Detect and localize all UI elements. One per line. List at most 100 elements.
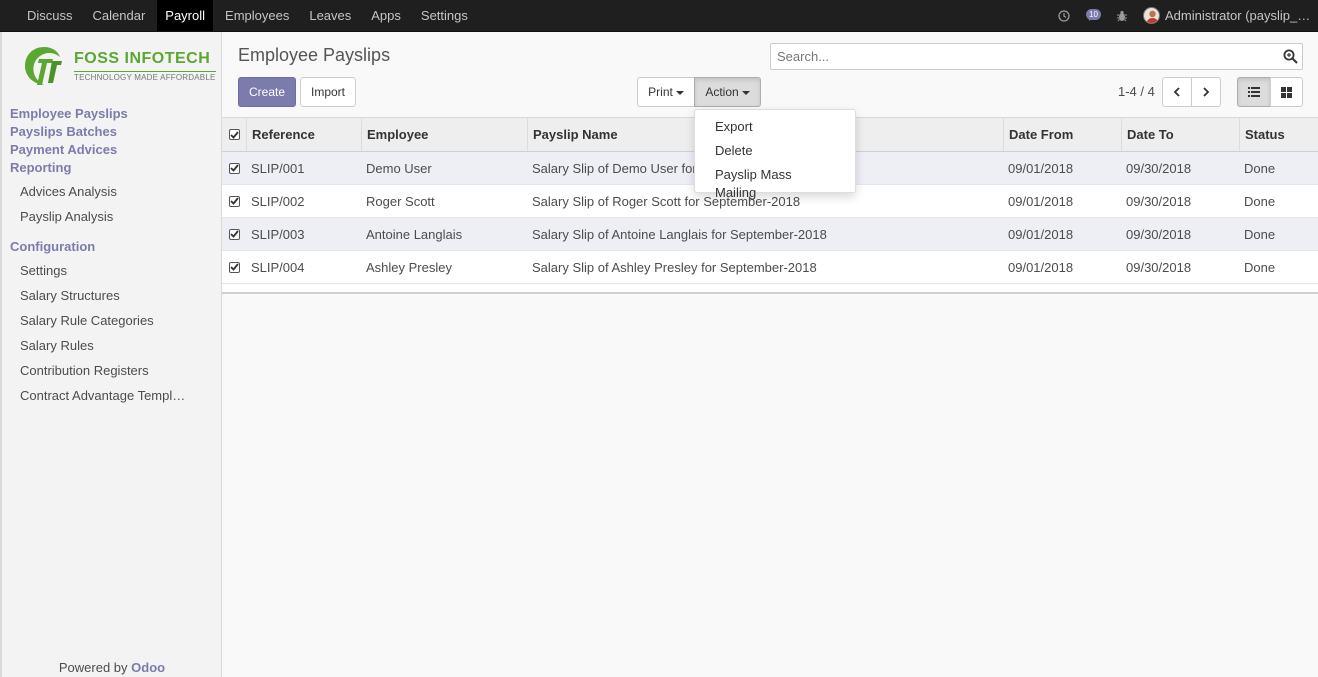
menu-contract-advantage-templates[interactable]: Contract Advantage Templates — [20, 388, 190, 403]
chevron-left-icon — [1173, 87, 1180, 97]
logo-name: FOSS INFOTECH — [74, 50, 211, 67]
cell-status: Done — [1244, 193, 1276, 209]
cell-payslip-name: Salary Slip of Antoine Langlais for Sept… — [532, 226, 827, 242]
powered-by: Powered by Odoo — [2, 660, 222, 675]
cell-reference: SLIP/004 — [251, 259, 305, 275]
menu-payment-advices[interactable]: Payment Advices — [10, 142, 117, 157]
cell-employee: Roger Scott — [366, 193, 435, 209]
row-checkbox[interactable] — [222, 185, 246, 217]
search-bar — [770, 43, 1303, 70]
check-icon — [229, 130, 239, 139]
logo-tagline: TECHNOLOGY MADE AFFORDABLE — [74, 71, 216, 82]
kanban-view-icon — [1281, 86, 1292, 98]
select-all-checkbox[interactable] — [222, 118, 246, 151]
table-row[interactable]: SLIP/003 Antoine Langlais Salary Slip of… — [222, 218, 1318, 251]
nav-discuss[interactable]: Discuss — [17, 0, 83, 31]
user-name: Administrator (payslip_mass_mailing) — [1165, 8, 1315, 23]
column-header-reference[interactable]: Reference — [246, 118, 362, 151]
debug-bug-icon[interactable] — [1111, 0, 1133, 31]
cell-employee: Antoine Langlais — [366, 226, 463, 242]
menu-payslip-analysis[interactable]: Payslip Analysis — [20, 209, 200, 224]
column-header-date-to[interactable]: Date To — [1121, 118, 1239, 151]
column-header-employee[interactable]: Employee — [361, 118, 527, 151]
cell-date-from: 09/01/2018 — [1008, 160, 1074, 176]
list-view-icon — [1248, 87, 1260, 97]
create-button[interactable]: Create — [238, 77, 296, 107]
search-icon[interactable] — [1283, 49, 1298, 67]
action-caret-icon — [741, 91, 750, 95]
cell-status: Done — [1244, 160, 1276, 176]
check-icon — [229, 230, 239, 238]
nav-apps[interactable]: Apps — [361, 0, 411, 31]
chevron-right-icon — [1203, 87, 1210, 97]
menu-salary-structures[interactable]: Salary Structures — [20, 288, 200, 303]
cell-date-from: 09/01/2018 — [1008, 259, 1074, 275]
user-menu[interactable]: Administrator (payslip_mass_mailing) — [1133, 7, 1318, 24]
row-checkbox[interactable] — [222, 152, 246, 184]
nav-payroll[interactable]: Payroll — [157, 0, 214, 31]
cell-date-to: 09/30/2018 — [1126, 160, 1192, 176]
pager-previous-button[interactable] — [1162, 77, 1192, 107]
menu-salary-rules[interactable]: Salary Rules — [20, 338, 200, 353]
import-button[interactable]: Import — [300, 77, 356, 107]
search-input[interactable] — [771, 44, 1261, 69]
cell-status: Done — [1244, 259, 1276, 275]
menu-payslip-batches[interactable]: Payslips Batches — [10, 124, 117, 139]
print-dropdown-button[interactable]: Print — [637, 77, 695, 107]
activity-clock-icon[interactable] — [1051, 0, 1077, 31]
row-checkbox[interactable] — [222, 218, 246, 250]
company-logo: FOSS INFOTECH TECHNOLOGY MADE AFFORDABLE — [22, 45, 216, 93]
messages-count-badge: 10 — [1086, 9, 1101, 20]
cell-payslip-name: Salary Slip of Ashley Presley for Septem… — [532, 259, 817, 275]
table-row[interactable]: SLIP/004 Ashley Presley Salary Slip of A… — [222, 251, 1318, 284]
logo-mark-icon — [25, 47, 62, 85]
cell-reference: SLIP/001 — [251, 160, 305, 176]
cell-date-from: 09/01/2018 — [1008, 193, 1074, 209]
systray: 10 Administrator (payslip_mass_mailing) — [1051, 0, 1318, 31]
action-dropdown-button[interactable]: Action — [694, 77, 761, 107]
action-dropdown-menu: Export Delete Payslip Mass Mailing — [694, 109, 856, 200]
menu-employee-payslips[interactable]: Employee Payslips — [10, 106, 128, 121]
print-caret-icon — [675, 91, 684, 95]
nav-calendar[interactable]: Calendar — [83, 0, 156, 31]
check-icon — [229, 263, 239, 271]
row-checkbox[interactable] — [222, 251, 246, 283]
page-title: Employee Payslips — [238, 45, 391, 65]
sidebar: FOSS INFOTECH TECHNOLOGY MADE AFFORDABLE… — [0, 32, 222, 677]
cell-date-to: 09/30/2018 — [1126, 259, 1192, 275]
cell-date-to: 09/30/2018 — [1126, 193, 1192, 209]
table-footer — [222, 284, 1318, 294]
menu-advices-analysis[interactable]: Advices Analysis — [20, 184, 200, 199]
kanban-view-button[interactable] — [1270, 77, 1303, 107]
top-navbar: Discuss Calendar Payroll Employees Leave… — [0, 0, 1318, 32]
action-label: Action — [705, 85, 739, 99]
nav-settings[interactable]: Settings — [411, 0, 478, 31]
menu-contribution-registers[interactable]: Contribution Registers — [20, 363, 200, 378]
check-icon — [229, 164, 239, 172]
cell-date-to: 09/30/2018 — [1126, 226, 1192, 242]
pager-value[interactable]: 1-4 / 4 — [1118, 84, 1155, 99]
cell-date-from: 09/01/2018 — [1008, 226, 1074, 242]
powered-by-odoo-link[interactable]: Odoo — [131, 660, 165, 675]
pager-next-button[interactable] — [1191, 77, 1221, 107]
menu-salary-rule-categories[interactable]: Salary Rule Categories — [20, 313, 200, 328]
menu-reporting[interactable]: Reporting — [10, 160, 71, 175]
menu-configuration[interactable]: Configuration — [10, 239, 95, 254]
column-header-status[interactable]: Status — [1239, 118, 1318, 151]
powered-by-label: Powered by — [58, 660, 128, 675]
nav-leaves[interactable]: Leaves — [299, 0, 361, 31]
messages-icon[interactable]: 10 — [1077, 0, 1111, 31]
column-header-date-from[interactable]: Date From — [1003, 118, 1121, 151]
cell-reference: SLIP/003 — [251, 226, 305, 242]
cell-employee: Demo User — [366, 160, 432, 176]
avatar — [1143, 7, 1160, 24]
action-export-item[interactable]: Export — [695, 118, 855, 142]
action-delete-item[interactable]: Delete — [695, 142, 855, 166]
cell-reference: SLIP/002 — [251, 193, 305, 209]
check-icon — [229, 197, 239, 205]
nav-employees[interactable]: Employees — [215, 0, 299, 31]
menu-settings[interactable]: Settings — [20, 263, 200, 278]
list-view-button[interactable] — [1237, 77, 1271, 107]
print-label: Print — [648, 85, 673, 99]
action-payslip-mass-mailing-item[interactable]: Payslip Mass Mailing — [695, 166, 855, 200]
